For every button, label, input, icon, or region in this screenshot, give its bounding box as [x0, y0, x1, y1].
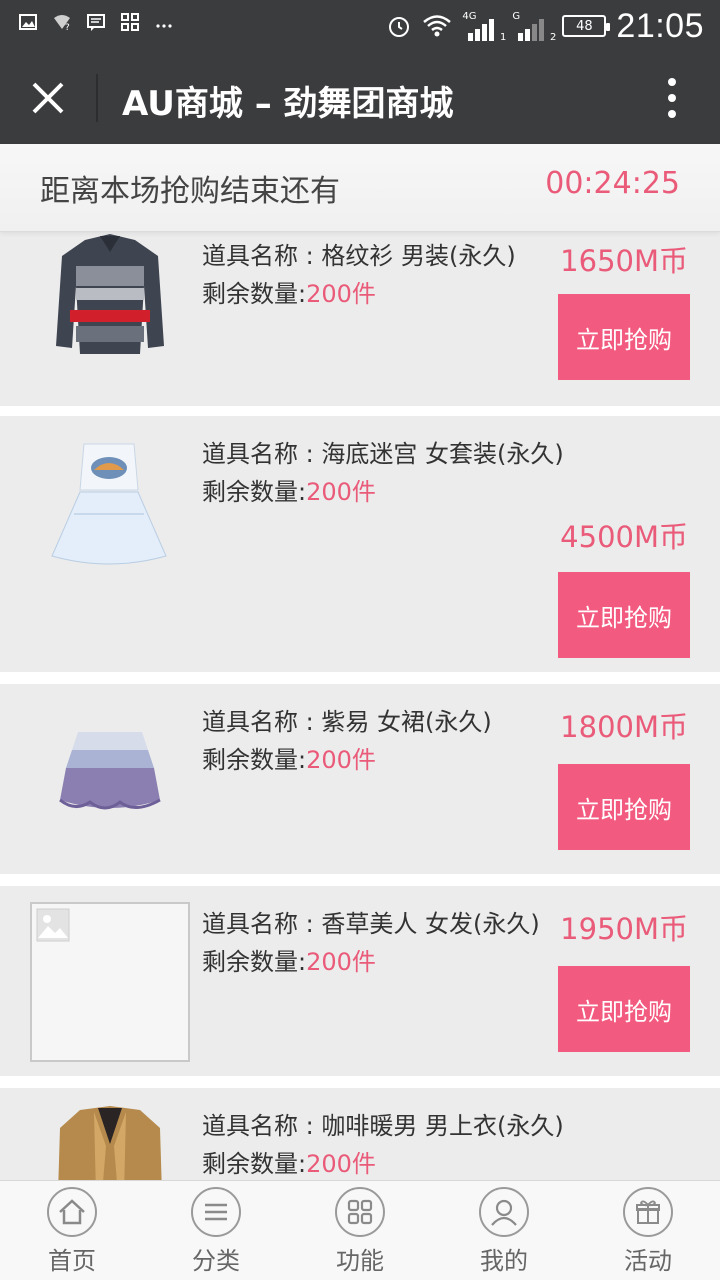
signal-sim1-icon: 4G 1 [462, 11, 507, 43]
grid-icon [335, 1187, 385, 1237]
product-name: 道具名称 : 海底迷宫 女套装(永久) [202, 440, 564, 468]
nav-category-label: 分类 [192, 1247, 240, 1275]
product-card: 道具名称 : 咖啡暖男 男上衣(永久) 剩余数量:200件 [0, 1088, 720, 1180]
alarm-icon [389, 17, 410, 37]
buy-now-button[interactable]: 立即抢购 [558, 294, 690, 380]
product-card: 道具名称 : 海底迷宫 女套装(永久) 剩余数量:200件 4500M币 立即抢… [0, 416, 720, 672]
product-stock: 剩余数量:200件 [202, 746, 376, 774]
app-bar-divider [96, 74, 98, 122]
more-vertical-icon[interactable] [664, 78, 680, 118]
message-icon [87, 14, 105, 31]
product-price: 1800M币 [560, 710, 688, 744]
product-image [58, 1106, 162, 1180]
product-name: 道具名称 : 香草美人 女发(永久) [202, 910, 540, 938]
more-notifications-icon [156, 24, 172, 28]
nav-activity-label: 活动 [624, 1247, 672, 1275]
product-name: 道具名称 : 紫易 女裙(永久) [202, 708, 492, 736]
status-bar: ? 4G 1 G 2 48 21:05 [0, 0, 720, 52]
nav-features-label: 功能 [336, 1247, 384, 1275]
buy-now-button[interactable]: 立即抢购 [558, 764, 690, 850]
bottom-navigation: 首页 分类 功能 我的 活动 [0, 1180, 720, 1280]
product-name: 道具名称 : 格纹衫 男装(永久) [202, 242, 516, 270]
user-icon [479, 1187, 529, 1237]
product-card: 道具名称 : 格纹衫 男装(永久) 剩余数量:200件 1650M币 立即抢购 [0, 232, 720, 406]
image-placeholder [30, 902, 190, 1062]
product-image [59, 732, 161, 810]
nav-category[interactable]: 分类 [144, 1181, 288, 1280]
buy-now-button[interactable]: 立即抢购 [558, 966, 690, 1052]
product-stock: 剩余数量:200件 [202, 1150, 376, 1178]
svg-text:?: ? [65, 23, 70, 32]
product-stock: 剩余数量:200件 [202, 280, 376, 308]
product-image [51, 443, 167, 565]
wifi-icon [423, 15, 452, 37]
product-price: 4500M币 [560, 520, 688, 554]
broken-image-icon [36, 908, 70, 942]
battery-icon: 48 [562, 15, 611, 37]
gift-icon [623, 1187, 673, 1237]
close-icon[interactable] [28, 78, 68, 118]
product-price: 1950M币 [560, 912, 688, 946]
menu-icon [191, 1187, 241, 1237]
page-title: AU商城 – 劲舞团商城 [122, 84, 454, 124]
product-image [56, 234, 164, 354]
product-stock: 剩余数量:200件 [202, 948, 376, 976]
nav-mine[interactable]: 我的 [432, 1181, 576, 1280]
signal-sim2-icon: G 2 [512, 11, 557, 43]
product-list[interactable]: 道具名称 : 格纹衫 男装(永久) 剩余数量:200件 1650M币 立即抢购 … [0, 232, 720, 1180]
apps-icon [121, 13, 139, 31]
buy-now-button[interactable]: 立即抢购 [558, 572, 690, 658]
wifi-question-icon: ? [54, 15, 70, 32]
product-name: 道具名称 : 咖啡暖男 男上衣(永久) [202, 1112, 564, 1140]
product-card: 道具名称 : 香草美人 女发(永久) 剩余数量:200件 1950M币 立即抢购 [0, 886, 720, 1076]
product-stock: 剩余数量:200件 [202, 478, 376, 506]
app-bar: AU商城 – 劲舞团商城 [0, 52, 720, 144]
image-icon [19, 14, 37, 30]
flash-sale-countdown: 距离本场抢购结束还有 00:24:25 [0, 144, 720, 232]
product-card: 道具名称 : 紫易 女裙(永久) 剩余数量:200件 1800M币 立即抢购 [0, 684, 720, 874]
nav-activity[interactable]: 活动 [576, 1181, 720, 1280]
nav-home-label: 首页 [48, 1247, 96, 1275]
countdown-label: 距离本场抢购结束还有 [40, 174, 340, 209]
nav-mine-label: 我的 [480, 1247, 528, 1275]
countdown-timer: 00:24:25 [545, 166, 680, 201]
product-price: 1650M币 [560, 244, 688, 278]
nav-home[interactable]: 首页 [0, 1181, 144, 1280]
nav-features[interactable]: 功能 [288, 1181, 432, 1280]
home-icon [47, 1187, 97, 1237]
status-time: 21:05 [616, 6, 704, 45]
